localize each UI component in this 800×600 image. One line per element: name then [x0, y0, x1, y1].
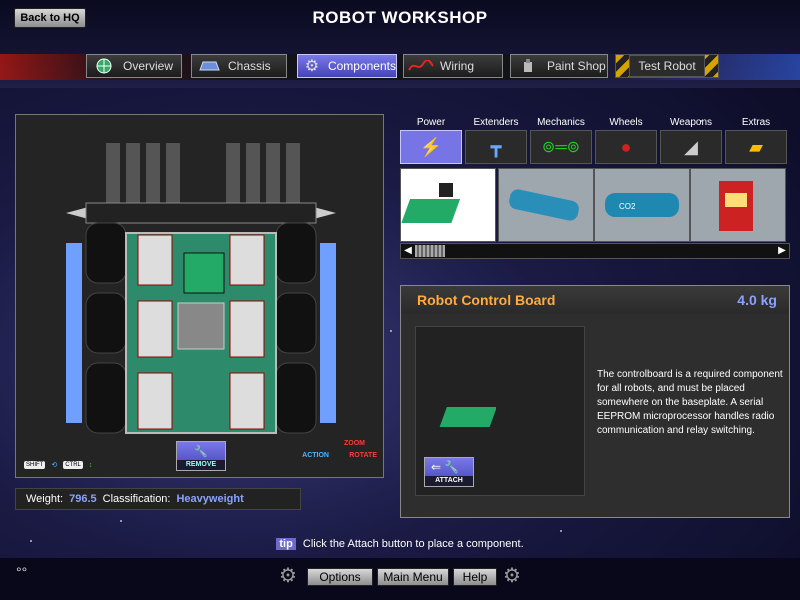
class-label: Classification:	[102, 493, 171, 505]
rotate-label: ROTATE	[349, 452, 377, 459]
weight-label: Weight:	[26, 493, 64, 505]
page-title: ROBOT WORKSHOP	[312, 8, 488, 27]
extender-icon: ┳	[490, 136, 502, 157]
chain-icon: ⊚═⊚	[541, 139, 581, 156]
robot-viewport[interactable]: SHIFT ⟲ CTRL ↕ 🔧 REMOVE ZOOM ACTION ROTA…	[15, 114, 384, 478]
tip-bar: tip Click the Attach button to place a c…	[0, 538, 800, 558]
info-header: Robot Control Board 4.0 kg	[401, 286, 789, 314]
vertical-arrow-icon: ↕	[88, 461, 93, 469]
bottom-bar: ⚙ Options Main Menu Help ⚙ °°	[0, 558, 800, 600]
tip-badge: tip	[276, 538, 296, 550]
category-label: Power	[416, 117, 446, 128]
category-wheels[interactable]: Wheels ●	[595, 116, 657, 166]
thumbnail-scrollbar[interactable]: ◀ ▶	[400, 243, 790, 259]
ctrl-key: CTRL	[63, 461, 83, 469]
class-value: Heavyweight	[176, 493, 244, 505]
tab-label: Test Robot	[629, 55, 705, 77]
thumb-control-board[interactable]	[400, 168, 496, 242]
attach-arrow-icon: ⇐ 🔧	[431, 460, 460, 474]
action-label: ACTION	[302, 452, 329, 459]
help-button[interactable]: Help	[453, 568, 497, 586]
globe-icon	[91, 57, 117, 75]
weight-value: 796.5	[69, 493, 97, 505]
scroll-right-icon[interactable]: ▶	[776, 245, 788, 257]
category-weapons[interactable]: Weapons ◢	[660, 116, 722, 166]
remove-label: REMOVE	[177, 460, 225, 470]
tab-chassis[interactable]: Chassis	[191, 54, 287, 78]
tab-wiring[interactable]: Wiring	[403, 54, 503, 78]
tab-label: Components	[327, 59, 396, 73]
paint-icon	[515, 57, 541, 75]
component-name: Robot Control Board	[417, 292, 556, 308]
chassis-icon	[196, 57, 222, 75]
thumb-fuel-can[interactable]	[690, 168, 786, 242]
mouse-legend: ZOOM ACTION ROTATE	[297, 435, 377, 471]
weight-bar: Weight: 796.5 Classification: Heavyweigh…	[15, 488, 301, 510]
wrench-icon: 🔧	[194, 446, 208, 458]
tab-components[interactable]: ⚙ Components	[297, 54, 397, 78]
svg-text:CO2: CO2	[619, 202, 636, 211]
wheel-icon: ●	[620, 136, 632, 157]
logo-icon: °°	[16, 564, 28, 580]
main-menu-button[interactable]: Main Menu	[377, 568, 449, 586]
thumb-co2-tank[interactable]: CO2	[594, 168, 690, 242]
thumb-battery[interactable]	[498, 168, 594, 242]
remove-button[interactable]: 🔧 REMOVE	[176, 441, 226, 471]
component-thumbnails: CO2	[400, 168, 790, 242]
wire-icon	[408, 57, 434, 75]
tab-label: Paint Shop	[547, 59, 606, 73]
gear-icon: ⚙	[503, 565, 521, 587]
scroll-left-icon[interactable]: ◀	[402, 245, 414, 257]
hazard-icon: ▰	[749, 136, 763, 157]
tip-text: Click the Attach button to place a compo…	[302, 538, 524, 550]
top-header: Back to HQ ROBOT WORKSHOP Overview Chass…	[0, 0, 800, 88]
zoom-label: ZOOM	[344, 440, 365, 447]
component-description: The controlboard is a required component…	[597, 369, 783, 436]
rotate-arrow-icon: ⟲	[51, 462, 58, 469]
category-label: Mechanics	[537, 117, 585, 128]
gear-icon: ⚙	[279, 565, 297, 587]
robot-model	[66, 143, 336, 443]
attach-button[interactable]: ⇐ 🔧 ATTACH	[424, 457, 474, 487]
tab-paint-shop[interactable]: Paint Shop	[510, 54, 608, 78]
category-label: Extras	[741, 117, 771, 128]
component-weight: 4.0 kg	[737, 292, 777, 308]
gear-icon: ⚙	[304, 58, 320, 75]
tab-label: Wiring	[440, 59, 475, 73]
scroll-thumb[interactable]	[415, 245, 445, 257]
blade-icon: ◢	[684, 136, 698, 157]
shift-key: SHIFT	[24, 461, 46, 469]
lightning-icon: ⚡	[419, 136, 443, 157]
category-extenders[interactable]: Extenders ┳	[465, 116, 527, 166]
tab-test-robot[interactable]: Test Robot	[615, 54, 719, 78]
category-mechanics[interactable]: Mechanics ⊚═⊚	[530, 116, 592, 166]
attach-label: ATTACH	[425, 476, 473, 486]
category-label: Extenders	[473, 117, 519, 128]
options-button[interactable]: Options	[307, 568, 373, 586]
category-power[interactable]: Power ⚡	[400, 116, 462, 166]
category-extras[interactable]: Extras ▰	[725, 116, 787, 166]
tab-label: Overview	[123, 59, 174, 73]
component-preview: ⇐ 🔧 ATTACH	[415, 326, 585, 496]
category-label: Weapons	[669, 117, 713, 128]
tab-label: Chassis	[228, 59, 271, 73]
category-label: Wheels	[609, 117, 643, 128]
component-categories: Power ⚡ Extenders ┳ Mechanics ⊚═⊚ Wheels…	[400, 116, 790, 168]
tab-overview[interactable]: Overview	[86, 54, 182, 78]
component-info-panel: Robot Control Board 4.0 kg ⇐ 🔧 ATTACH Th…	[400, 285, 790, 518]
key-legend: SHIFT ⟲ CTRL ↕	[24, 461, 92, 469]
